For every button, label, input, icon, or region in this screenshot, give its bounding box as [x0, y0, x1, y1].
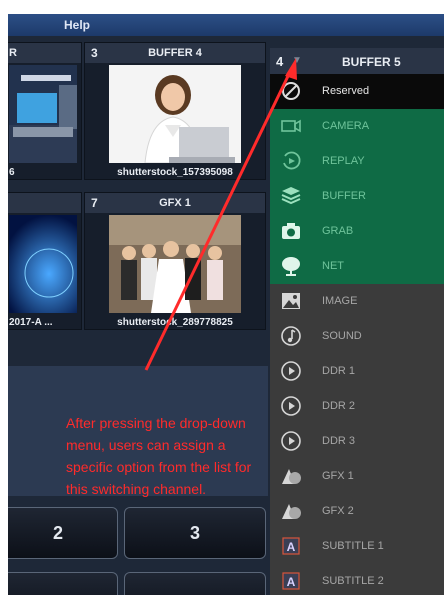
annotation-arrow [144, 58, 297, 371]
